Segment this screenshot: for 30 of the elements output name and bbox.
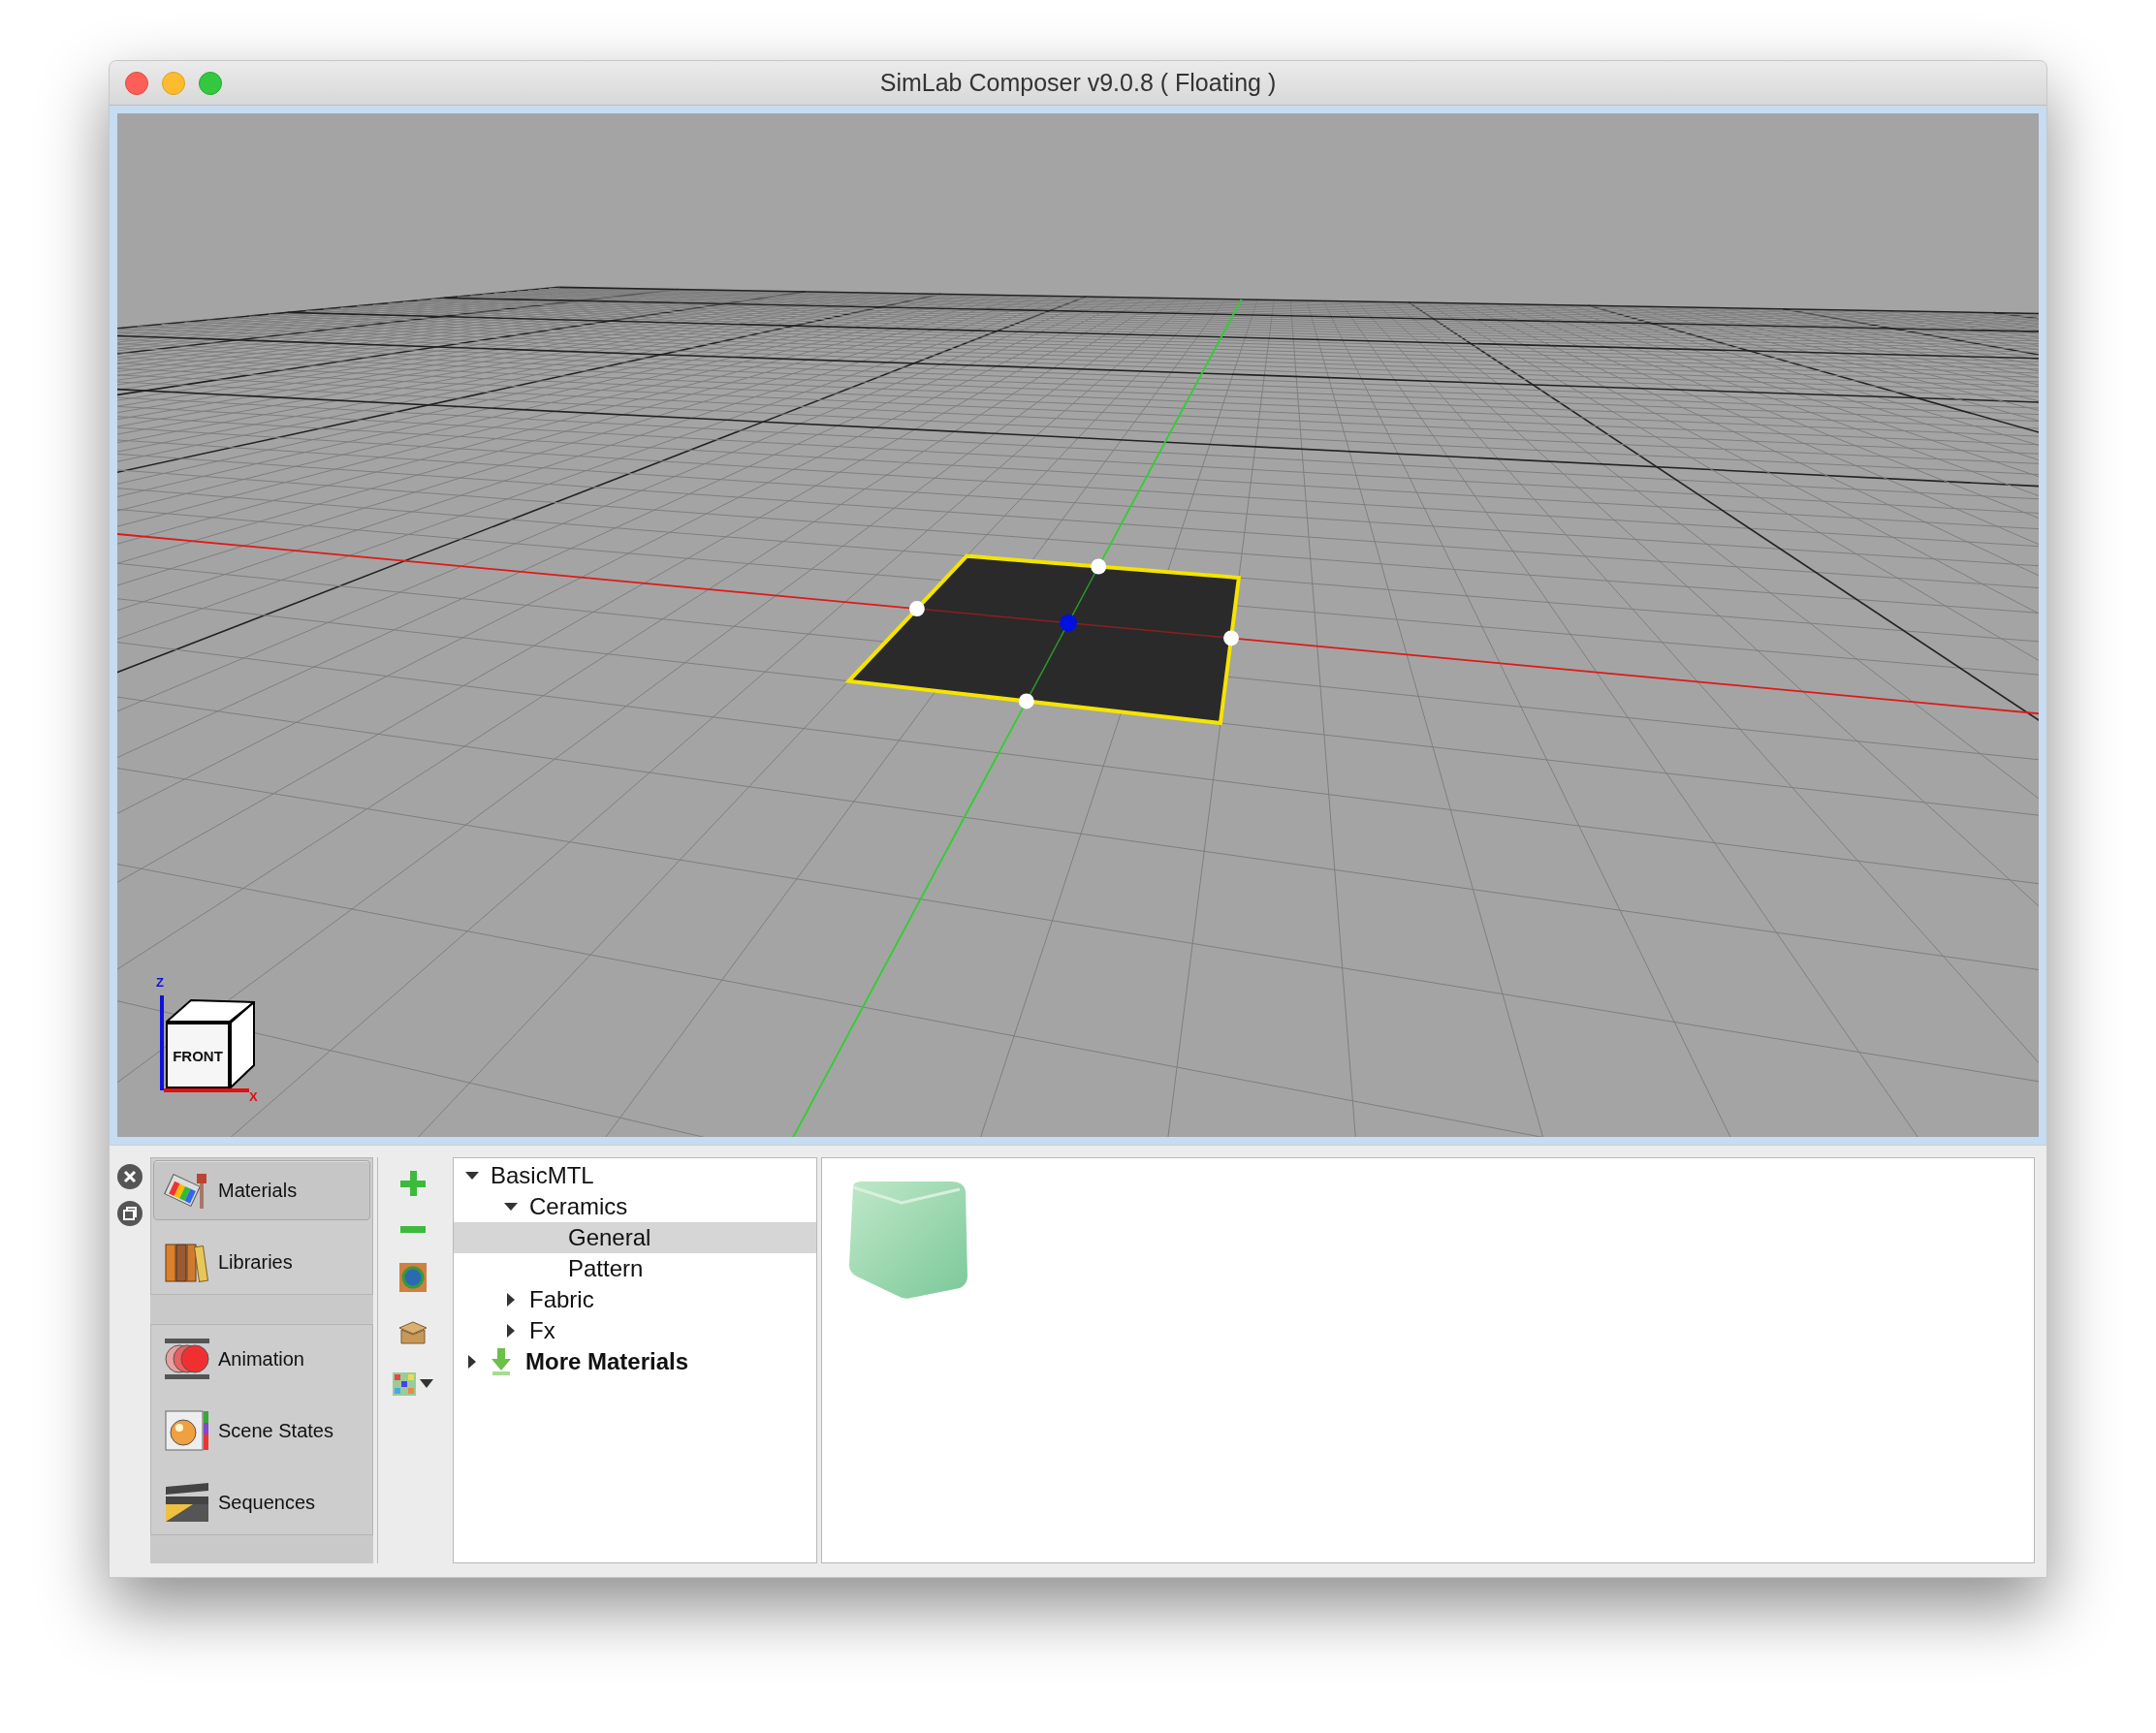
tree-row[interactable]: More Materials <box>454 1346 816 1377</box>
view-cube-front-face[interactable]: FRONT <box>166 1023 230 1088</box>
dropdown-caret-icon[interactable] <box>419 1379 433 1389</box>
tree-row[interactable]: BasicMTL <box>454 1160 816 1191</box>
books-icon <box>164 1241 210 1283</box>
film-reel-icon <box>164 1338 210 1380</box>
tree-row[interactable]: Ceramics <box>454 1191 816 1222</box>
download-arrow-icon <box>491 1347 512 1376</box>
sidebar-tab[interactable]: Animation <box>153 1329 370 1389</box>
sidebar-tab[interactable]: Libraries <box>153 1232 370 1292</box>
color-grid-icon[interactable] <box>392 1372 416 1396</box>
scene-sphere-icon <box>164 1409 210 1452</box>
tree-row[interactable]: General <box>454 1222 816 1253</box>
close-icon[interactable] <box>116 1163 143 1190</box>
view-cube-side-face[interactable] <box>230 1001 255 1088</box>
window-title: SimLab Composer v9.0.8 ( Floating ) <box>879 67 1277 98</box>
view-cube-top-face[interactable] <box>166 999 255 1023</box>
restore-icon[interactable] <box>116 1200 143 1227</box>
sidebar-tab[interactable]: Scene States <box>153 1401 370 1461</box>
tree-row[interactable]: Fx <box>454 1315 816 1346</box>
selected-plane[interactable] <box>844 553 1242 726</box>
tree-row[interactable]: Fabric <box>454 1284 816 1315</box>
x-axis-label: X <box>249 1090 258 1103</box>
tree-row[interactable]: Pattern <box>454 1253 816 1284</box>
package-box-icon[interactable] <box>396 1320 428 1345</box>
z-axis-label: Z <box>156 976 164 989</box>
close-window-button[interactable] <box>125 71 148 95</box>
sidebar-tab[interactable]: Materials <box>153 1160 370 1220</box>
clapperboard-icon <box>164 1481 210 1524</box>
sidebar-tab[interactable]: Sequences <box>153 1472 370 1532</box>
